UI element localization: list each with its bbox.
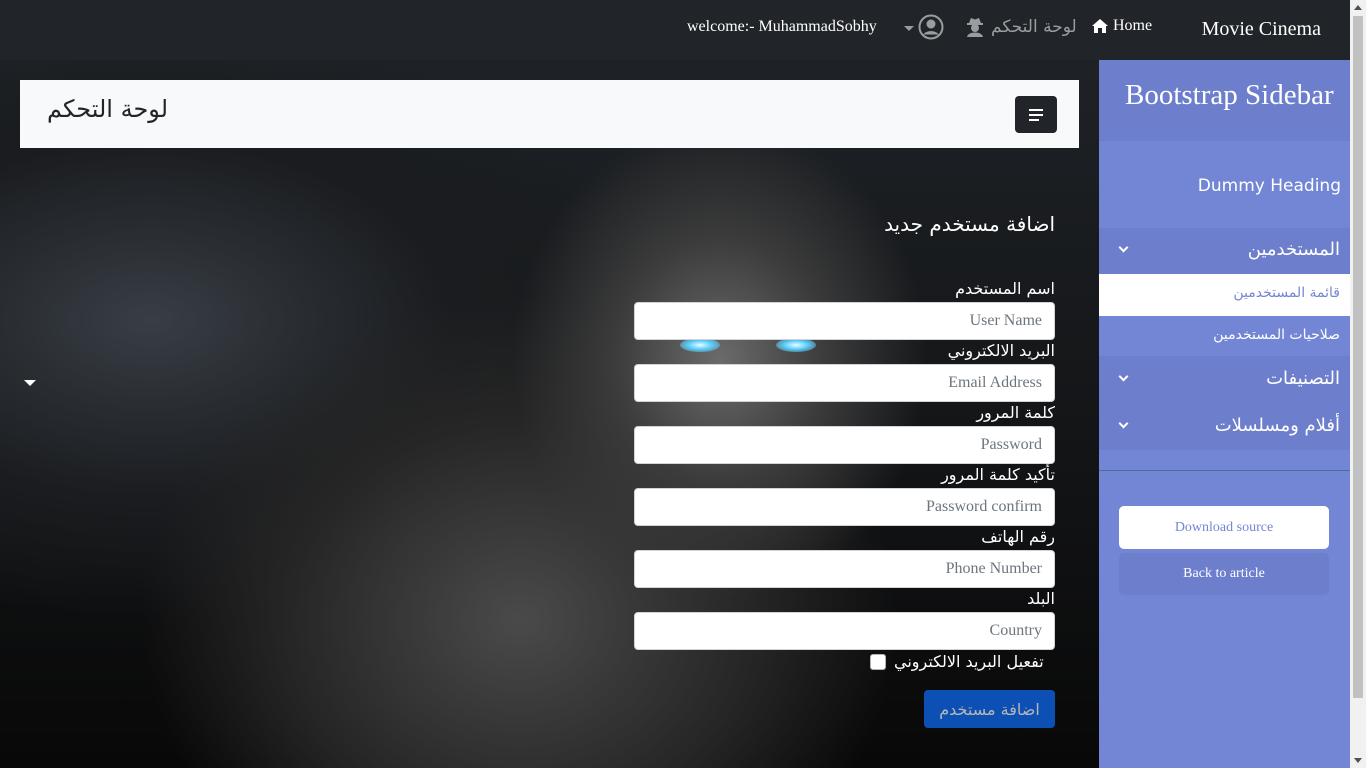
sidebar-title: Bootstrap Sidebar bbox=[1125, 79, 1334, 111]
nav-home-label: Home bbox=[1113, 17, 1153, 34]
sidebar-heading: Dummy Heading bbox=[1197, 176, 1341, 196]
sidebar-item-label: المستخدمين bbox=[1247, 239, 1340, 260]
user-secret-icon bbox=[967, 18, 983, 37]
password-confirm-input[interactable] bbox=[634, 488, 1055, 526]
email-label: البريد الالكتروني bbox=[947, 341, 1055, 360]
phone-label: رقم الهاتف bbox=[981, 527, 1055, 546]
scrollbar-thumb[interactable] bbox=[1353, 16, 1363, 698]
scroll-down-arrow-icon[interactable] bbox=[1354, 758, 1362, 763]
sidebar-subitem-users-list[interactable]: قائمة المستخدمين bbox=[1099, 274, 1350, 316]
sidebar-subitem-user-permissions[interactable]: صلاحيات المستخدمين bbox=[1213, 327, 1340, 343]
sidebar-subitem-label: قائمة المستخدمين bbox=[1233, 285, 1340, 301]
nav-home-link[interactable]: Home bbox=[1092, 17, 1152, 35]
email-activation-row: تفعيل البريد الالكتروني bbox=[870, 652, 1044, 671]
form-title: اضافة مستخدم جديد bbox=[884, 212, 1055, 236]
chevron-down-icon bbox=[1118, 418, 1129, 429]
email-activation-checkbox[interactable] bbox=[870, 653, 886, 670]
country-input[interactable] bbox=[634, 612, 1055, 650]
user-circle-icon bbox=[918, 14, 944, 40]
username-input[interactable] bbox=[634, 302, 1055, 340]
sidebar-collapsed-groups: التصنيفات أفلام ومسلسلات bbox=[1099, 356, 1350, 450]
main-content: لوحة التحكم اضافة مستخدم جديد اسم المستخ… bbox=[0, 60, 1099, 768]
back-to-article-button[interactable]: Back to article bbox=[1119, 553, 1329, 595]
phone-input[interactable] bbox=[634, 550, 1055, 588]
scroll-up-arrow-icon[interactable] bbox=[1354, 5, 1362, 10]
background-eye-right bbox=[776, 338, 816, 352]
sidebar-item-label: التصنيفات bbox=[1266, 368, 1340, 389]
password-label: كلمة المرور bbox=[976, 403, 1055, 422]
align-left-icon bbox=[1029, 108, 1043, 111]
background-eye-left bbox=[680, 338, 720, 352]
sidebar-item-movies-series[interactable]: أفلام ومسلسلات bbox=[1099, 402, 1350, 450]
user-menu-toggle[interactable] bbox=[904, 14, 944, 40]
password-input[interactable] bbox=[634, 426, 1055, 464]
sidebar-toggle-button[interactable] bbox=[1015, 96, 1057, 133]
email-activation-label[interactable]: تفعيل البريد الالكتروني bbox=[894, 652, 1044, 671]
sidebar-header: Bootstrap Sidebar bbox=[1099, 60, 1350, 141]
sidebar-item-categories[interactable]: التصنيفات bbox=[1099, 356, 1350, 402]
email-input[interactable] bbox=[634, 364, 1055, 402]
add-user-button[interactable]: اضافة مستخدم bbox=[924, 690, 1055, 728]
brand-logo-text[interactable]: Movie Cinema bbox=[1202, 18, 1321, 41]
chevron-down-icon bbox=[1118, 242, 1129, 253]
sidebar-item-label: أفلام ومسلسلات bbox=[1214, 415, 1340, 436]
caret-down-icon bbox=[904, 25, 914, 31]
password-confirm-label: تأكيد كلمة المرور bbox=[941, 465, 1055, 484]
home-icon bbox=[1092, 19, 1108, 33]
page-scrollbar[interactable] bbox=[1350, 0, 1366, 768]
caret-down-icon[interactable] bbox=[24, 380, 36, 386]
sidebar-item-users[interactable]: المستخدمين bbox=[1099, 228, 1350, 274]
country-label: البلد bbox=[1027, 589, 1055, 608]
nav-dashboard-link[interactable]: لوحة التحكم bbox=[965, 16, 1077, 38]
sidebar: Bootstrap Sidebar Dummy Heading المستخدم… bbox=[1099, 60, 1350, 768]
page-title: لوحة التحكم bbox=[47, 95, 168, 123]
download-source-button[interactable]: Download source bbox=[1119, 506, 1329, 549]
nav-dashboard-label: لوحة التحكم bbox=[991, 17, 1077, 37]
chevron-down-icon bbox=[1118, 371, 1129, 382]
top-navbar: welcome:- MuhammadSobhy لوحة التحكم Home… bbox=[0, 0, 1350, 60]
username-label: اسم المستخدم bbox=[955, 279, 1055, 298]
page-header-card: لوحة التحكم bbox=[20, 80, 1079, 148]
welcome-text: welcome:- MuhammadSobhy bbox=[687, 18, 877, 35]
sidebar-divider bbox=[1099, 470, 1350, 471]
